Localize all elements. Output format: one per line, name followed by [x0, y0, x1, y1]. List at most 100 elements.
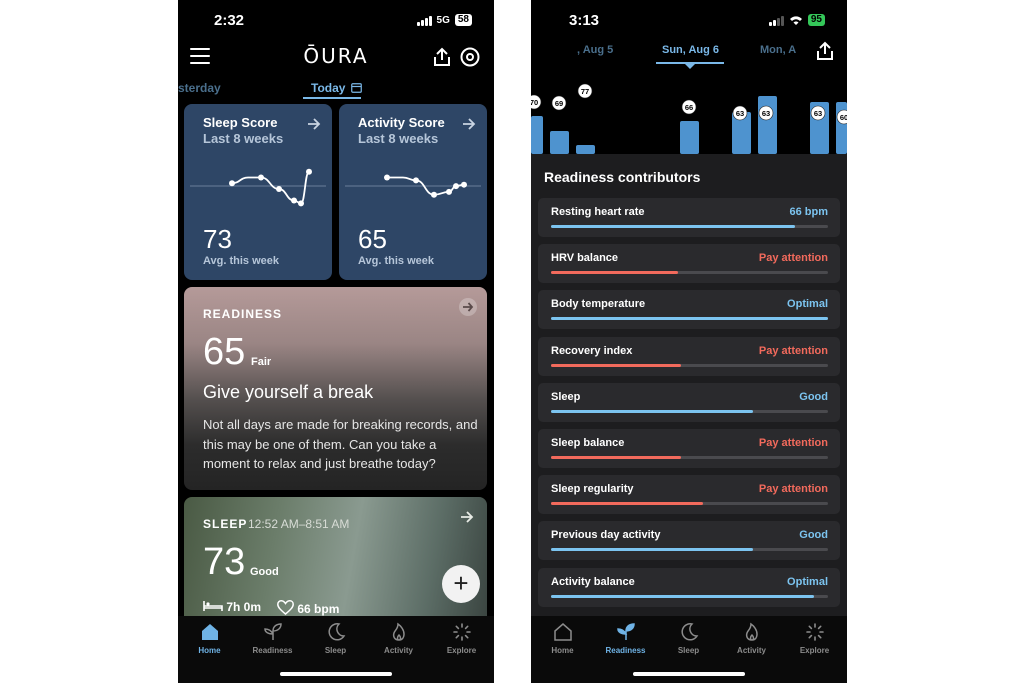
readiness-icon — [616, 623, 635, 640]
readiness-qualifier: Fair — [251, 356, 272, 368]
card-subtitle: Last 8 weeks — [203, 131, 284, 146]
nav-sleep[interactable]: Sleep — [304, 622, 367, 655]
contributor-status: 66 bpm — [789, 206, 828, 218]
contributor-name: Sleep — [551, 390, 581, 403]
ring-icon[interactable] — [459, 46, 481, 68]
contributor-track — [551, 502, 828, 506]
contributor-row[interactable]: Resting heart rate 66 bpm — [538, 198, 840, 237]
arrow-right-icon — [461, 511, 474, 523]
contributor-row[interactable]: Body temperature Optimal — [538, 290, 840, 330]
card-value: 65 — [358, 224, 387, 254]
contributor-track — [551, 363, 828, 367]
date-prev[interactable]: , Aug 5 — [577, 44, 613, 56]
nav-label: Home — [551, 646, 574, 655]
readiness-bar[interactable] — [758, 96, 777, 154]
share-icon[interactable] — [431, 46, 453, 68]
date-next[interactable]: Mon, A — [760, 44, 796, 56]
nav-label: Sleep — [677, 646, 700, 655]
readiness-bar[interactable] — [836, 102, 847, 154]
contributors-panel: Readiness contributors Resting heart rat… — [531, 154, 847, 616]
bar-value-label: 63 — [762, 109, 770, 118]
nav-activity[interactable]: Activity — [720, 622, 783, 655]
nav-home[interactable]: Home — [178, 622, 241, 655]
card-title: Sleep Score — [203, 115, 278, 130]
contributor-track — [551, 409, 828, 413]
bar-value-label: 63 — [736, 109, 744, 118]
tab-yesterday[interactable]: sterday — [178, 81, 221, 95]
readiness-bar-chart: 70 69 77 66 63 63 63 60 — [531, 83, 847, 154]
sleep-duration-value: 7h 0m — [226, 600, 262, 614]
nav-explore[interactable]: Explore — [430, 622, 493, 655]
date-caret-icon — [685, 64, 695, 69]
nav-label: Explore — [446, 646, 477, 655]
activity-trend-chart — [345, 174, 481, 198]
date-current[interactable]: Sun, Aug 6 — [662, 44, 719, 56]
contributor-status: Good — [799, 390, 828, 403]
date-selector: , Aug 5 Sun, Aug 6 Mon, A — [531, 38, 847, 69]
contributor-name: Activity balance — [551, 575, 635, 588]
contributor-row[interactable]: Sleep regularity Pay attention — [538, 475, 840, 515]
tab-underline — [303, 97, 361, 99]
contributor-row[interactable]: HRV balance Pay attention — [538, 244, 840, 284]
contributor-name: Sleep balance — [551, 437, 625, 449]
contributor-row[interactable]: Sleep balance Pay attention — [538, 429, 840, 468]
trend-point — [431, 191, 437, 198]
readiness-bar[interactable] — [680, 121, 699, 154]
contributor-track — [551, 317, 828, 321]
bed-icon — [203, 601, 223, 611]
trend-point — [446, 188, 452, 195]
contributor-status: Pay attention — [758, 252, 828, 265]
contributor-fill — [551, 317, 828, 321]
contributor-row[interactable]: Previous day activity Good — [538, 521, 840, 561]
status-icons: 5G 58 — [416, 14, 472, 26]
contributor-track — [551, 456, 828, 459]
contributor-row[interactable]: Activity balance Optimal — [538, 567, 840, 607]
sleep-score-card[interactable]: Sleep Score Last 8 weeks 73 Avg. this we… — [184, 104, 332, 280]
status-icons: 95 — [768, 14, 825, 26]
contributor-fill — [551, 548, 754, 552]
share-icon[interactable] — [814, 40, 836, 62]
contributor-row[interactable]: Sleep Good — [538, 382, 840, 422]
readiness-bar[interactable] — [550, 131, 569, 154]
explore-icon — [452, 623, 471, 641]
contributor-track — [551, 548, 828, 552]
nav-label: Sleep — [324, 646, 347, 655]
trend-point — [461, 181, 467, 188]
home-icon — [201, 624, 218, 640]
readiness-bar[interactable] — [531, 116, 543, 154]
add-button[interactable]: + — [442, 565, 480, 603]
activity-score-card[interactable]: Activity Score Last 8 weeks 65 Avg. this… — [339, 104, 487, 280]
contributor-status: Good — [799, 529, 828, 542]
flame-icon — [745, 622, 758, 641]
nav-readiness[interactable]: Readiness — [241, 622, 304, 655]
contributor-name: Recovery index — [551, 344, 633, 357]
nav-label: Activity — [384, 646, 413, 655]
nav-sleep[interactable]: Sleep — [657, 622, 720, 655]
contributor-track — [551, 594, 828, 598]
explore-icon — [805, 623, 824, 641]
trend-point — [413, 177, 419, 184]
tab-today[interactable]: Today — [311, 81, 362, 95]
contributor-status: Optimal — [787, 575, 828, 588]
status-bar: 2:32 5G 58 — [178, 0, 494, 40]
nav-readiness[interactable]: Readiness — [594, 622, 657, 655]
nav-home[interactable]: Home — [531, 622, 594, 655]
bar-value-label: 63 — [814, 109, 822, 118]
home-indicator — [633, 672, 745, 676]
nav-activity[interactable]: Activity — [367, 622, 430, 655]
contributor-name: HRV balance — [551, 252, 619, 265]
contributor-row[interactable]: Recovery index Pay attention — [538, 336, 840, 376]
calendar-icon — [350, 83, 362, 93]
nav-explore[interactable]: Explore — [783, 622, 846, 655]
contributor-name: Previous day activity — [551, 529, 661, 542]
signal-icon — [768, 15, 784, 26]
signal-icon — [416, 15, 432, 26]
contributors-title: Readiness contributors — [544, 169, 701, 185]
readiness-card[interactable]: READINESS 65 Fair Give yourself a break … — [184, 287, 487, 490]
sleep-heart-rate-value: 66 bpm — [297, 602, 340, 616]
sleep-card[interactable]: SLEEP 12:52 AM–8:51 AM 73 Good 7h 0m 66 … — [184, 497, 487, 627]
readiness-bar[interactable] — [576, 145, 595, 154]
contributor-track — [551, 225, 828, 228]
contributor-fill — [551, 409, 754, 413]
contributor-status: Pay attention — [758, 437, 828, 449]
